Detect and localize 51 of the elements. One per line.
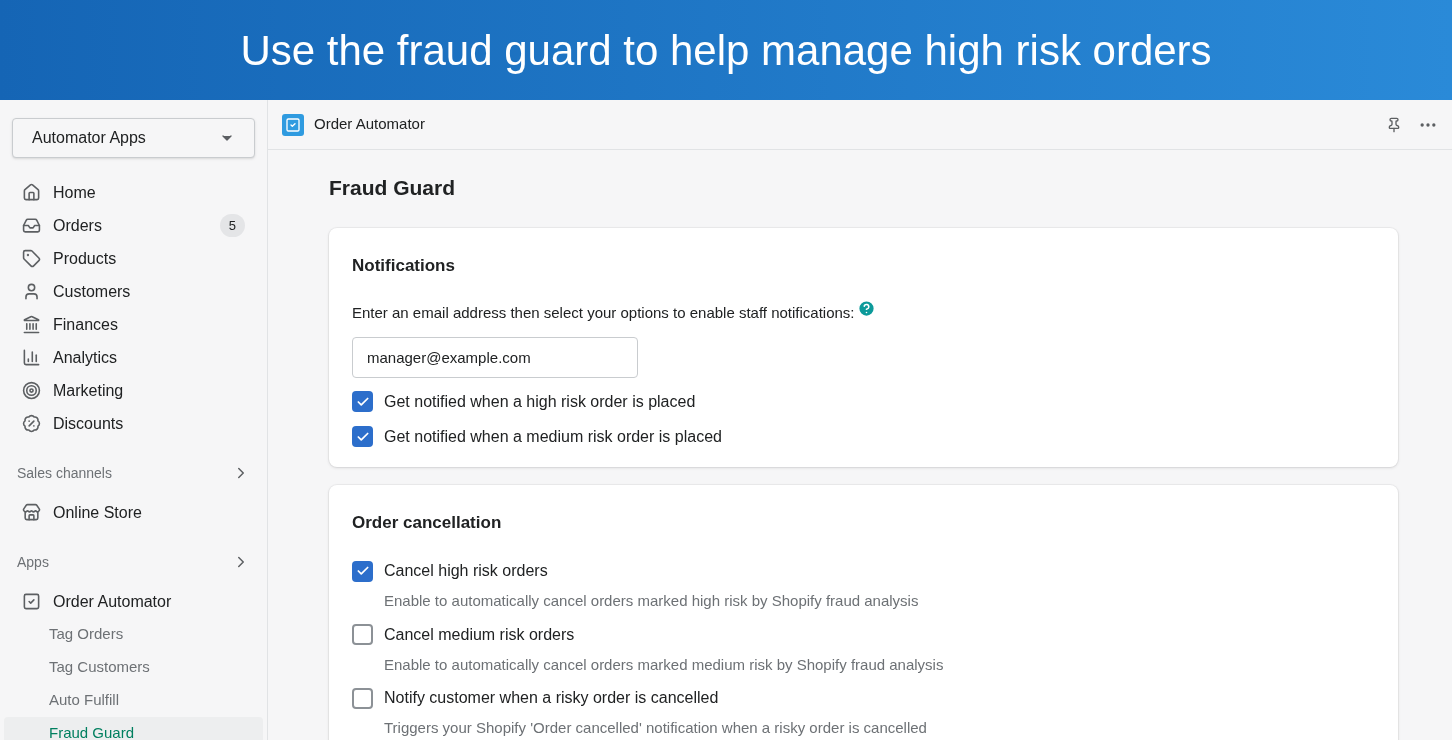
page-title: Fraud Guard bbox=[329, 175, 456, 201]
checkbox-label: Cancel high risk orders bbox=[384, 561, 548, 581]
checkbox-label: Get notified when a medium risk order is placed bbox=[384, 426, 722, 447]
checkbox[interactable] bbox=[352, 426, 373, 447]
help-text: Triggers your Shopify 'Order cancelled' notification when a risky order is cancelled bbox=[384, 718, 928, 738]
nav-subitem[interactable]: Auto Fulfill bbox=[4, 684, 263, 717]
nav-item[interactable]: Home bbox=[4, 176, 263, 209]
app-name: Order Automator bbox=[314, 114, 426, 135]
nav-item[interactable]: Online Store bbox=[4, 496, 263, 529]
checkbox-label: Notify customer when a risky order is cancelled bbox=[384, 688, 719, 708]
store-selector[interactable]: Automator Apps bbox=[12, 118, 255, 158]
target-icon bbox=[22, 381, 41, 400]
help-text: Enable to automatically cancel orders marked high risk by Shopify fraud analysis bbox=[384, 591, 920, 611]
instruction-text: Enter an email address then select your options to enable staff notifications: bbox=[352, 303, 855, 323]
section-heading: Apps bbox=[17, 552, 50, 572]
nav-subitem[interactable]: Fraud Guard bbox=[4, 717, 263, 740]
nav-subitem[interactable]: Tag Customers bbox=[4, 651, 263, 684]
nav-item[interactable]: Analytics bbox=[4, 341, 263, 374]
checkmark-icon bbox=[355, 564, 370, 578]
checkbox[interactable] bbox=[352, 560, 373, 582]
person-icon bbox=[22, 282, 41, 301]
bar-chart-icon bbox=[22, 348, 41, 367]
nav-item[interactable]: Discounts bbox=[4, 407, 263, 440]
checkbox-app-icon bbox=[22, 592, 41, 611]
checkbox-label: Cancel medium risk orders bbox=[384, 624, 575, 645]
pin-icon[interactable] bbox=[1386, 116, 1402, 133]
nav-item[interactable]: Finances bbox=[4, 308, 263, 341]
checkbox[interactable] bbox=[352, 624, 373, 645]
count-badge: 5 bbox=[219, 213, 245, 238]
checkbox[interactable] bbox=[352, 687, 373, 709]
checkbox-label: Get notified when a high risk order is placed bbox=[384, 391, 696, 412]
help-icon[interactable] bbox=[856, 299, 876, 318]
card-title: Notifications bbox=[352, 254, 456, 277]
nav-item[interactable]: Orders 5 bbox=[4, 209, 263, 242]
checkbox[interactable] bbox=[352, 391, 373, 412]
card-title: Order cancellation bbox=[352, 511, 503, 534]
percent-badge-icon bbox=[22, 414, 41, 433]
nav-item[interactable]: Customers bbox=[4, 275, 263, 308]
home-icon bbox=[22, 183, 41, 202]
email-field[interactable]: manager@example.com bbox=[352, 336, 638, 378]
inbox-icon bbox=[22, 216, 41, 235]
nav-item[interactable]: Order Automator bbox=[4, 585, 263, 618]
nav-item[interactable]: Products bbox=[4, 242, 263, 275]
section-heading: Sales channels bbox=[17, 463, 113, 483]
tag-icon bbox=[22, 249, 41, 268]
bank-icon bbox=[22, 315, 41, 334]
banner-title: Use the fraud guard to help manage high risk orders bbox=[240, 25, 1212, 76]
nav-subitem[interactable]: Tag Orders bbox=[4, 618, 263, 651]
nav-item[interactable]: Marketing bbox=[4, 374, 263, 407]
store-icon bbox=[22, 503, 41, 522]
help-text: Enable to automatically cancel orders marked medium risk by Shopify fraud analysis bbox=[384, 654, 945, 675]
